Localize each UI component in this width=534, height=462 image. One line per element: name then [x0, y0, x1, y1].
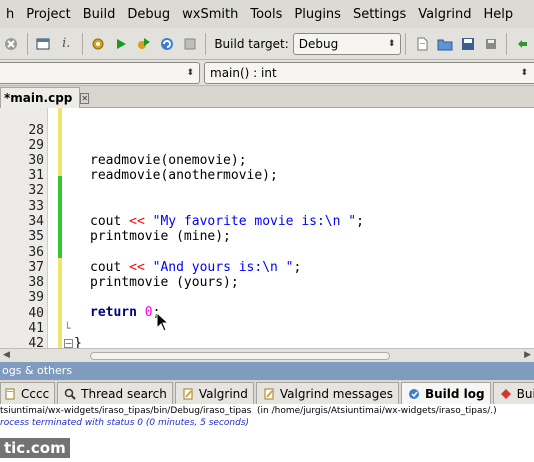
menu-view[interactable]: h — [0, 7, 20, 22]
code-completion-bar: ⬍ main() : int ⬍ — [0, 60, 534, 86]
code-line: 39 return 0; — [0, 275, 534, 320]
toolbar-divider — [405, 32, 407, 55]
menu-bar: h Project Build Debug wxSmith Tools Plug… — [0, 0, 534, 28]
open-folder-icon[interactable] — [435, 33, 454, 55]
chevron-updown-icon: ⬍ — [520, 68, 528, 78]
menu-settings[interactable]: Settings — [347, 7, 412, 22]
build-log-output[interactable]: tsiuntimai/wx-widgets/iraso_tipas/bin/De… — [0, 404, 534, 462]
menu-plugins[interactable]: Plugins — [288, 7, 347, 22]
pencil-icon — [262, 387, 276, 401]
info-icon[interactable]: i. — [57, 33, 76, 55]
function-select-value: main() : int — [210, 66, 277, 80]
build-target-select[interactable]: Debug ⬍ — [292, 32, 402, 55]
document-icon — [3, 387, 17, 401]
build-messages-icon — [499, 387, 513, 401]
watermark: tic.com — [0, 438, 70, 458]
toolbar-divider — [26, 32, 28, 55]
abort-icon[interactable] — [181, 33, 200, 55]
build-and-run-icon[interactable] — [135, 33, 154, 55]
save-icon[interactable] — [458, 33, 477, 55]
scroll-left-icon[interactable]: ◀ — [3, 350, 10, 360]
chevron-updown-icon: ⬍ — [186, 68, 194, 78]
undo-icon[interactable] — [513, 33, 532, 55]
search-icon — [63, 387, 77, 401]
menu-project[interactable]: Project — [20, 7, 76, 22]
build-log-icon — [407, 387, 421, 401]
save-all-icon[interactable] — [481, 33, 500, 55]
code-line: 32 — [28, 183, 44, 198]
code-line: 30 readmovie(anothermovie); — [28, 153, 278, 183]
logs-panel-title: ogs & others — [0, 362, 534, 380]
tab-valgrind[interactable]: Valgrind — [174, 382, 254, 404]
close-icon[interactable]: ✕ — [80, 92, 90, 104]
code-line: 34 printmovie (mine); — [28, 214, 231, 244]
code-line: 28 — [28, 123, 44, 138]
code-line: 36 cout << "And yours is:\n "; — [28, 245, 302, 275]
code-line: 42 void printmovie (movies_t movie) — [28, 336, 44, 348]
pencil-icon — [181, 387, 195, 401]
build-gear-icon[interactable] — [89, 33, 108, 55]
menu-help[interactable]: Help — [477, 7, 519, 22]
code-line: 43 − { — [0, 336, 534, 348]
code-line: 31 — [28, 168, 44, 183]
scrollbar-thumb[interactable] — [90, 352, 390, 360]
code-line: 33 cout << "My favorite movie is:\n "; — [28, 199, 364, 229]
log-line: tsiuntimai/wx-widgets/iraso_tipas/bin/De… — [0, 406, 497, 416]
build-target-label: Build target: — [214, 36, 289, 51]
code-line: 35 — [28, 229, 44, 244]
tab-build-messages[interactable]: Build m — [492, 382, 534, 404]
fold-toggle-icon[interactable]: − — [64, 338, 73, 348]
menu-wxsmith[interactable]: wxSmith — [176, 7, 244, 22]
editor-horizontal-scrollbar[interactable]: ◀ ▶ — [0, 348, 534, 362]
toolbar-divider — [506, 32, 507, 55]
tab-cccc[interactable]: Cccc — [0, 382, 56, 404]
scope-select[interactable]: ⬍ — [0, 62, 200, 84]
tab-build-log[interactable]: Build log — [400, 382, 491, 404]
code-line: 41 — [28, 321, 44, 336]
mouse-pointer-icon — [156, 312, 170, 332]
tab-thread-search[interactable]: Thread search — [57, 382, 173, 404]
menu-debug[interactable]: Debug — [121, 7, 176, 22]
code-line: 38 — [28, 275, 44, 290]
new-file-icon[interactable] — [412, 33, 431, 55]
toolbar-divider — [205, 32, 207, 55]
log-line: rocess terminated with status 0 (0 minut… — [0, 418, 250, 428]
code-line: 29 readmovie(onemovie); — [28, 138, 247, 168]
code-line: 40 └ } — [28, 306, 82, 348]
code-line: 37 printmovie (yours); — [28, 260, 239, 290]
menu-tools[interactable]: Tools — [244, 7, 288, 22]
function-select[interactable]: main() : int ⬍ — [204, 62, 534, 84]
logs-tab-bar: Cccc Thread search Valgrind Valgrind mes… — [0, 380, 534, 404]
rebuild-icon[interactable] — [158, 33, 177, 55]
toolbar: i. Build target: Debug ⬍ — [0, 28, 534, 60]
editor-tab-bar: *main.cpp ✕ — [0, 86, 534, 108]
scroll-right-icon[interactable]: ▶ — [524, 350, 531, 360]
code-editor[interactable]: 28 29 readmovie(onemovie); 30 readmovie(… — [0, 108, 534, 348]
run-icon[interactable] — [112, 33, 131, 55]
menu-valgrind[interactable]: Valgrind — [412, 7, 477, 22]
toolbar-divider — [81, 32, 83, 55]
tab-valgrind-messages[interactable]: Valgrind messages — [255, 382, 399, 404]
menu-build[interactable]: Build — [77, 7, 122, 22]
clear-icon[interactable] — [2, 33, 21, 55]
window-icon[interactable] — [34, 33, 53, 55]
build-target-value: Debug — [298, 36, 339, 51]
tab-main-cpp-label: *main.cpp — [4, 91, 73, 105]
chevron-updown-icon: ⬍ — [387, 38, 396, 49]
tab-main-cpp[interactable]: *main.cpp ✕ — [0, 87, 90, 108]
